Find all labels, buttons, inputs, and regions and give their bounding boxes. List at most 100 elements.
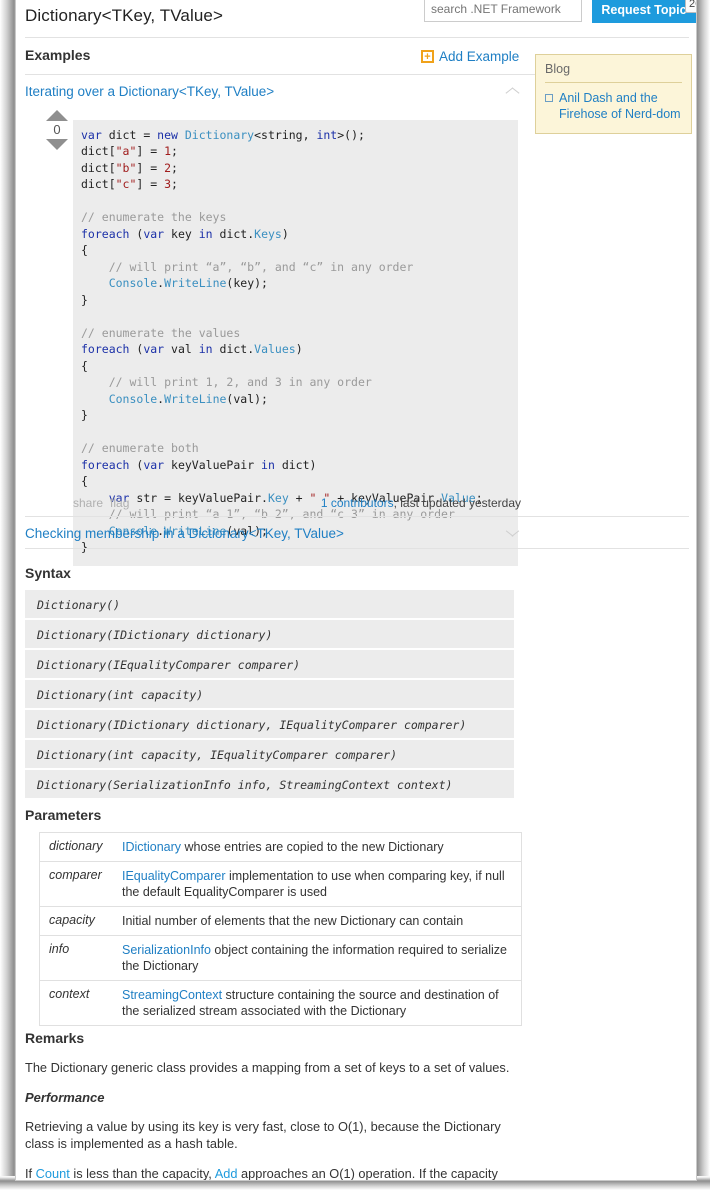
code-token: foreach	[81, 457, 137, 472]
code-token: dict.	[219, 342, 255, 356]
code-token: WriteLine	[164, 276, 227, 290]
code-token: keyValuePair	[171, 457, 262, 472]
triangle-down-icon[interactable]	[46, 139, 68, 150]
blog-item-list: Anil Dash and the Firehose of Nerd-dom	[545, 91, 682, 122]
vote-widget: 0	[43, 110, 71, 150]
example-title-iterating[interactable]: Iterating over a Dictionary<TKey, TValue…	[25, 84, 274, 99]
parameter-name: capacity	[49, 913, 95, 927]
code-token: +	[288, 490, 310, 505]
table-row: capacity Initial number of elements that …	[40, 907, 521, 936]
syntax-row: Dictionary(int capacity)	[25, 680, 514, 710]
examples-section-heading: Examples	[25, 47, 91, 63]
parameter-type-link[interactable]: StreamingContext	[122, 988, 222, 1002]
code-token: // enumerate the values	[81, 325, 241, 340]
remarks-p2-pre: If	[25, 1166, 36, 1181]
parameters-section-heading: Parameters	[25, 807, 102, 823]
code-token: var	[143, 342, 172, 356]
remarks-section-heading: Remarks	[25, 1030, 85, 1046]
code-token: val	[171, 342, 199, 356]
example-title-checking-membership[interactable]: Checking membership in a Dictionary<TKey…	[25, 526, 344, 541]
triangle-up-icon[interactable]	[46, 110, 68, 121]
code-token: ] =	[136, 144, 165, 158]
parameter-type-link[interactable]: SerializationInfo	[122, 943, 211, 957]
code-token: }	[81, 408, 88, 422]
code-token: in	[198, 342, 220, 356]
example-footer-divider	[25, 516, 689, 517]
code-token: // will print 1, 2, and 3 in any order	[81, 375, 372, 389]
code-token: // enumerate the keys	[81, 210, 227, 224]
flag-link[interactable]: flag	[110, 496, 129, 510]
blog-list-item[interactable]: Anil Dash and the Firehose of Nerd-dom	[545, 91, 682, 122]
code-token: )	[281, 226, 289, 241]
code-token: ;	[171, 144, 178, 158]
syntax-row: Dictionary(IDictionary dictionary)	[25, 620, 514, 650]
page-title: Dictionary<TKey, TValue>	[25, 6, 223, 25]
syntax-row: Dictionary(SerializationInfo info, Strea…	[25, 770, 514, 800]
table-row: context StreamingContext structure contai…	[40, 981, 521, 1026]
chevron-up-icon[interactable]	[505, 86, 521, 96]
add-example-label: Add Example	[439, 49, 520, 64]
header-divider	[25, 37, 689, 38]
share-link[interactable]: share	[73, 496, 103, 510]
code-token: )	[295, 342, 303, 356]
code-token: ;	[171, 160, 178, 175]
code-token: WriteLine	[164, 391, 227, 406]
syntax-row: Dictionary(IEqualityComparer comparer)	[25, 650, 514, 680]
code-token: >();	[337, 127, 365, 142]
code-token: ] =	[136, 177, 165, 191]
code-token: in	[198, 226, 220, 241]
code-token: 2	[164, 160, 172, 175]
syntax-row: Dictionary(IDictionary dictionary, IEqua…	[25, 710, 514, 740]
code-token: dict[	[81, 160, 116, 175]
parameter-description: StreamingContext structure containing th…	[122, 988, 499, 1018]
count-link[interactable]: Count	[36, 1166, 70, 1180]
blog-heading: Blog	[545, 62, 682, 83]
search-input[interactable]	[424, 0, 582, 22]
updated-label: , last updated yesterday	[393, 496, 521, 510]
page-header: Dictionary<TKey, TValue> Request Topic 2…	[16, 0, 696, 38]
syntax-row: Dictionary(int capacity, IEqualityCompar…	[25, 740, 514, 770]
code-token: Console	[108, 391, 158, 406]
remarks-intro: The Dictionary generic class provides a …	[25, 1060, 510, 1075]
parameter-description: Initial number of elements that the new …	[122, 914, 464, 928]
example-meta: 1 contributors, last updated yesterday	[321, 496, 521, 510]
remarks-paragraph-2: If Count is less than the capacity, Add …	[25, 1165, 517, 1181]
code-token: "c"	[115, 177, 137, 191]
code-token: 1	[164, 144, 172, 158]
code-token: }	[81, 292, 88, 307]
window-frame: Dictionary<TKey, TValue> Request Topic 2…	[0, 0, 710, 1190]
code-token: Keys	[254, 226, 282, 241]
parameter-type-link[interactable]: IEqualityComparer	[122, 869, 226, 883]
code-token: }	[81, 540, 88, 554]
code-token: str = keyValuePair.	[136, 490, 268, 505]
code-token: key	[171, 226, 199, 241]
code-token: {	[81, 474, 88, 488]
notification-badge[interactable]: 26	[685, 0, 696, 13]
code-token: <string,	[254, 127, 317, 142]
code-token: (key);	[226, 276, 268, 290]
add-example-button[interactable]: + Add Example	[421, 48, 519, 66]
code-token: foreach	[81, 226, 137, 241]
parameters-table: dictionary IDictionary whose entries are …	[39, 832, 522, 1026]
code-token: // enumerate both	[81, 441, 199, 455]
code-token: Dictionary	[184, 127, 255, 142]
code-token: int	[316, 127, 338, 142]
contributors-link[interactable]: 1 contributors	[321, 496, 394, 510]
request-topic-button[interactable]: Request Topic	[592, 0, 696, 23]
parameter-type-link[interactable]: IDictionary	[122, 840, 181, 854]
parameter-description: SerializationInfo object containing the …	[122, 943, 507, 973]
code-token: 3	[164, 177, 172, 191]
remarks-subheading-performance: Performance	[25, 1090, 105, 1105]
table-row: dictionary IDictionary whose entries are …	[40, 833, 521, 862]
code-token: Console	[108, 276, 158, 290]
add-link-1[interactable]: Add	[215, 1166, 238, 1180]
code-token: var	[143, 226, 172, 241]
code-token: var	[81, 127, 109, 142]
code-token: {	[81, 243, 88, 257]
remarks-section: Remarks The Dictionary generic class pro…	[25, 1030, 517, 1181]
parameter-description: IDictionary whose entries are copied to …	[122, 840, 444, 854]
parameter-name: info	[49, 942, 70, 956]
chevron-down-icon[interactable]	[505, 529, 521, 539]
